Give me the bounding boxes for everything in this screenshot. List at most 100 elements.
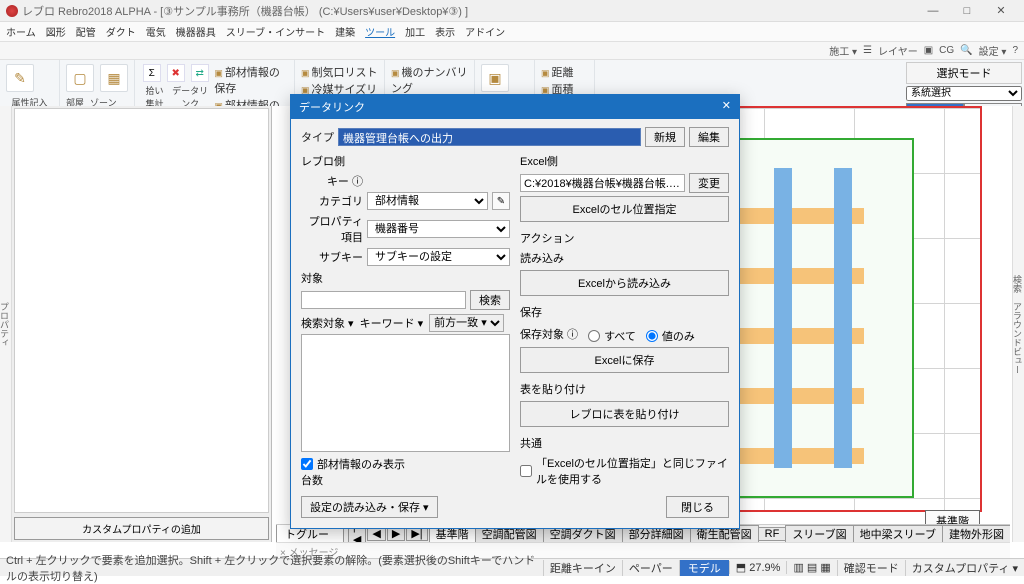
dialog-close-icon[interactable]: ✕ — [722, 99, 731, 115]
custom-prop-dd[interactable]: カスタムプロパティ ▾ — [905, 560, 1024, 576]
subkey-label: サブキー — [301, 249, 363, 265]
datalink-icon[interactable]: ⇄ — [191, 64, 209, 82]
help-icon[interactable]: ? — [1012, 45, 1018, 56]
cell-position-button[interactable]: Excelのセル位置指定 — [520, 196, 729, 222]
save-target-label: 保存対象 ⓘ — [520, 326, 578, 342]
model-mode[interactable]: モデル — [679, 560, 729, 576]
tab-ext[interactable]: 建物外形図 — [942, 525, 1010, 543]
action-header: アクション — [520, 230, 729, 246]
layer-label[interactable]: レイヤー — [878, 43, 918, 58]
target-input[interactable] — [301, 291, 466, 309]
change-button[interactable]: 変更 — [689, 173, 729, 193]
search-icon[interactable]: 🔍 — [960, 45, 972, 56]
hiroi-icon[interactable]: Σ — [143, 64, 161, 82]
layer-icon[interactable]: ☰ — [863, 45, 872, 56]
property-body — [14, 108, 269, 513]
radio-all[interactable]: すべて — [588, 328, 636, 344]
subkey-select[interactable]: サブキーの設定 — [367, 248, 510, 266]
paste-table-button[interactable]: レブロに表を貼り付け — [520, 401, 729, 427]
selmode-header: 選択モード — [906, 62, 1022, 84]
rebro-side-header: レブロ側 — [301, 153, 510, 169]
property-panel: カスタムプロパティの追加 — [12, 106, 272, 542]
menu-elec[interactable]: 電気 — [146, 24, 166, 39]
dialog-title: データリンク — [299, 99, 365, 115]
clash-icon[interactable]: ▣ — [481, 64, 509, 92]
menu-view[interactable]: 表示 — [435, 24, 455, 39]
cancel-icon[interactable]: ✖ — [167, 64, 185, 82]
menu-equip[interactable]: 機器器具 — [176, 24, 216, 39]
kw-target-dd[interactable]: 検索対象 ▾ — [301, 315, 354, 331]
paste-header: 表を貼り付け — [520, 381, 729, 397]
menu-home[interactable]: ホーム — [6, 24, 36, 39]
numbering[interactable]: 機のナンバリング — [391, 64, 468, 96]
cg-label[interactable]: CG — [939, 45, 954, 56]
paper-mode[interactable]: ペーパー — [622, 560, 679, 576]
excel-side-header: Excel側 — [520, 153, 729, 169]
minimize-button[interactable]: — — [916, 5, 950, 17]
sekou-dropdown[interactable]: 施工 ▾ — [829, 43, 857, 58]
close-button-dlg[interactable]: 閉じる — [666, 496, 729, 518]
datalink-dialog: データリンク ✕ タイプ 機器管理台帳への出力 新規 編集 レブロ側 キー ⓘ … — [290, 94, 740, 529]
match-select[interactable]: 前方一致 ▾ — [429, 314, 504, 332]
menu-pipe[interactable]: 配管 — [76, 24, 96, 39]
settings-io-dropdown[interactable]: 設定の読み込み・保存 ▾ — [301, 496, 438, 518]
room-icon[interactable]: ▢ — [66, 64, 94, 92]
tab-sleeve[interactable]: スリーブ図 — [785, 525, 853, 543]
same-file-check[interactable] — [520, 465, 532, 477]
count-label: 台数 — [301, 472, 510, 488]
add-custom-prop-button[interactable]: カスタムプロパティの追加 — [14, 517, 269, 540]
type-dropdown[interactable]: 機器管理台帳への出力 — [338, 128, 641, 146]
target-label: 対象 — [301, 270, 510, 286]
left-docktabs[interactable]: プロパティ — [0, 106, 12, 542]
save-excel-button[interactable]: Excelに保存 — [520, 347, 729, 373]
excel-path[interactable]: C:¥2018¥機器台帳¥機器台帳.xlsx — [520, 174, 685, 192]
close-button[interactable]: ✕ — [984, 4, 1018, 17]
property-select[interactable]: 機器番号 — [367, 220, 510, 238]
dialog-titlebar[interactable]: データリンク ✕ — [291, 95, 739, 119]
window-title: レブロ Rebro2018 ALPHA - [③サンプル事務所（機器台帳） (C… — [22, 3, 468, 19]
distance[interactable]: 距離 — [541, 64, 588, 80]
read-excel-button[interactable]: Excelから読み込み — [520, 270, 729, 296]
new-button[interactable]: 新規 — [645, 127, 685, 147]
menu-tool[interactable]: ツール — [365, 24, 395, 39]
save-partinfo[interactable]: 部材情報の保存 — [214, 64, 288, 96]
edit-button[interactable]: 編集 — [689, 127, 729, 147]
category-select[interactable]: 部材情報 — [367, 192, 488, 210]
menu-duct[interactable]: ダクト — [106, 24, 136, 39]
only-parts-label: 部材情報のみ表示 — [317, 456, 405, 472]
menubar: ホーム 図形 配管 ダクト 電気 機器器具 スリーブ・インサート 建築 ツール … — [0, 22, 1024, 42]
search-button[interactable]: 検索 — [470, 290, 510, 310]
save-header: 保存 — [520, 304, 729, 320]
pick-icon[interactable]: ✎ — [492, 192, 510, 210]
menu-shape[interactable]: 図形 — [46, 24, 66, 39]
menu-addin[interactable]: アドイン — [465, 24, 505, 39]
distance-keyin[interactable]: 距離キーイン — [543, 560, 622, 576]
view-icons[interactable]: ▥ ▤ ▦ — [786, 561, 836, 574]
app-logo — [6, 5, 18, 17]
zokusei-icon[interactable]: ✎ — [6, 64, 34, 92]
common-header: 共通 — [520, 435, 729, 451]
tab-rf[interactable]: RF — [758, 527, 787, 541]
statusbar: Ctrl + 左クリックで要素を追加選択。Shift + 左クリックで選択要素の… — [0, 558, 1024, 576]
diffuser-list[interactable]: 制気口リスト — [301, 64, 378, 80]
menu-sleeve[interactable]: スリーブ・インサート — [226, 24, 325, 39]
zone-icon[interactable]: ▦ — [100, 64, 128, 92]
status-hint: Ctrl + 左クリックで要素を追加選択。Shift + 左クリックで選択要素の… — [0, 552, 543, 584]
confirm-mode[interactable]: 確認モード — [837, 560, 905, 576]
zoom-control[interactable]: ⬒ 27.9% — [729, 561, 787, 574]
maximize-button[interactable]: □ — [950, 5, 984, 17]
radio-value[interactable]: 値のみ — [646, 328, 695, 344]
only-parts-check[interactable] — [301, 458, 313, 470]
kw-keyword-dd[interactable]: キーワード ▾ — [360, 315, 424, 331]
tab-beam[interactable]: 地中梁スリーブ — [853, 525, 943, 543]
cg-icon[interactable]: ▣ — [924, 45, 933, 56]
right-docktabs[interactable]: 検索 アラウンドビュー — [1012, 106, 1024, 542]
menu-arch[interactable]: 建築 — [335, 24, 355, 39]
result-list[interactable] — [301, 334, 510, 452]
settings-dropdown[interactable]: 設定 ▾ — [979, 43, 1007, 58]
category-label: カテゴリ — [301, 193, 363, 209]
toolstrip: 施工 ▾ ☰ レイヤー ▣ CG 🔍 設定 ▾ ? — [0, 42, 1024, 60]
menu-fab[interactable]: 加工 — [405, 24, 425, 39]
system-select[interactable]: 系統選択 — [906, 86, 1022, 101]
type-label: タイプ — [301, 129, 334, 145]
